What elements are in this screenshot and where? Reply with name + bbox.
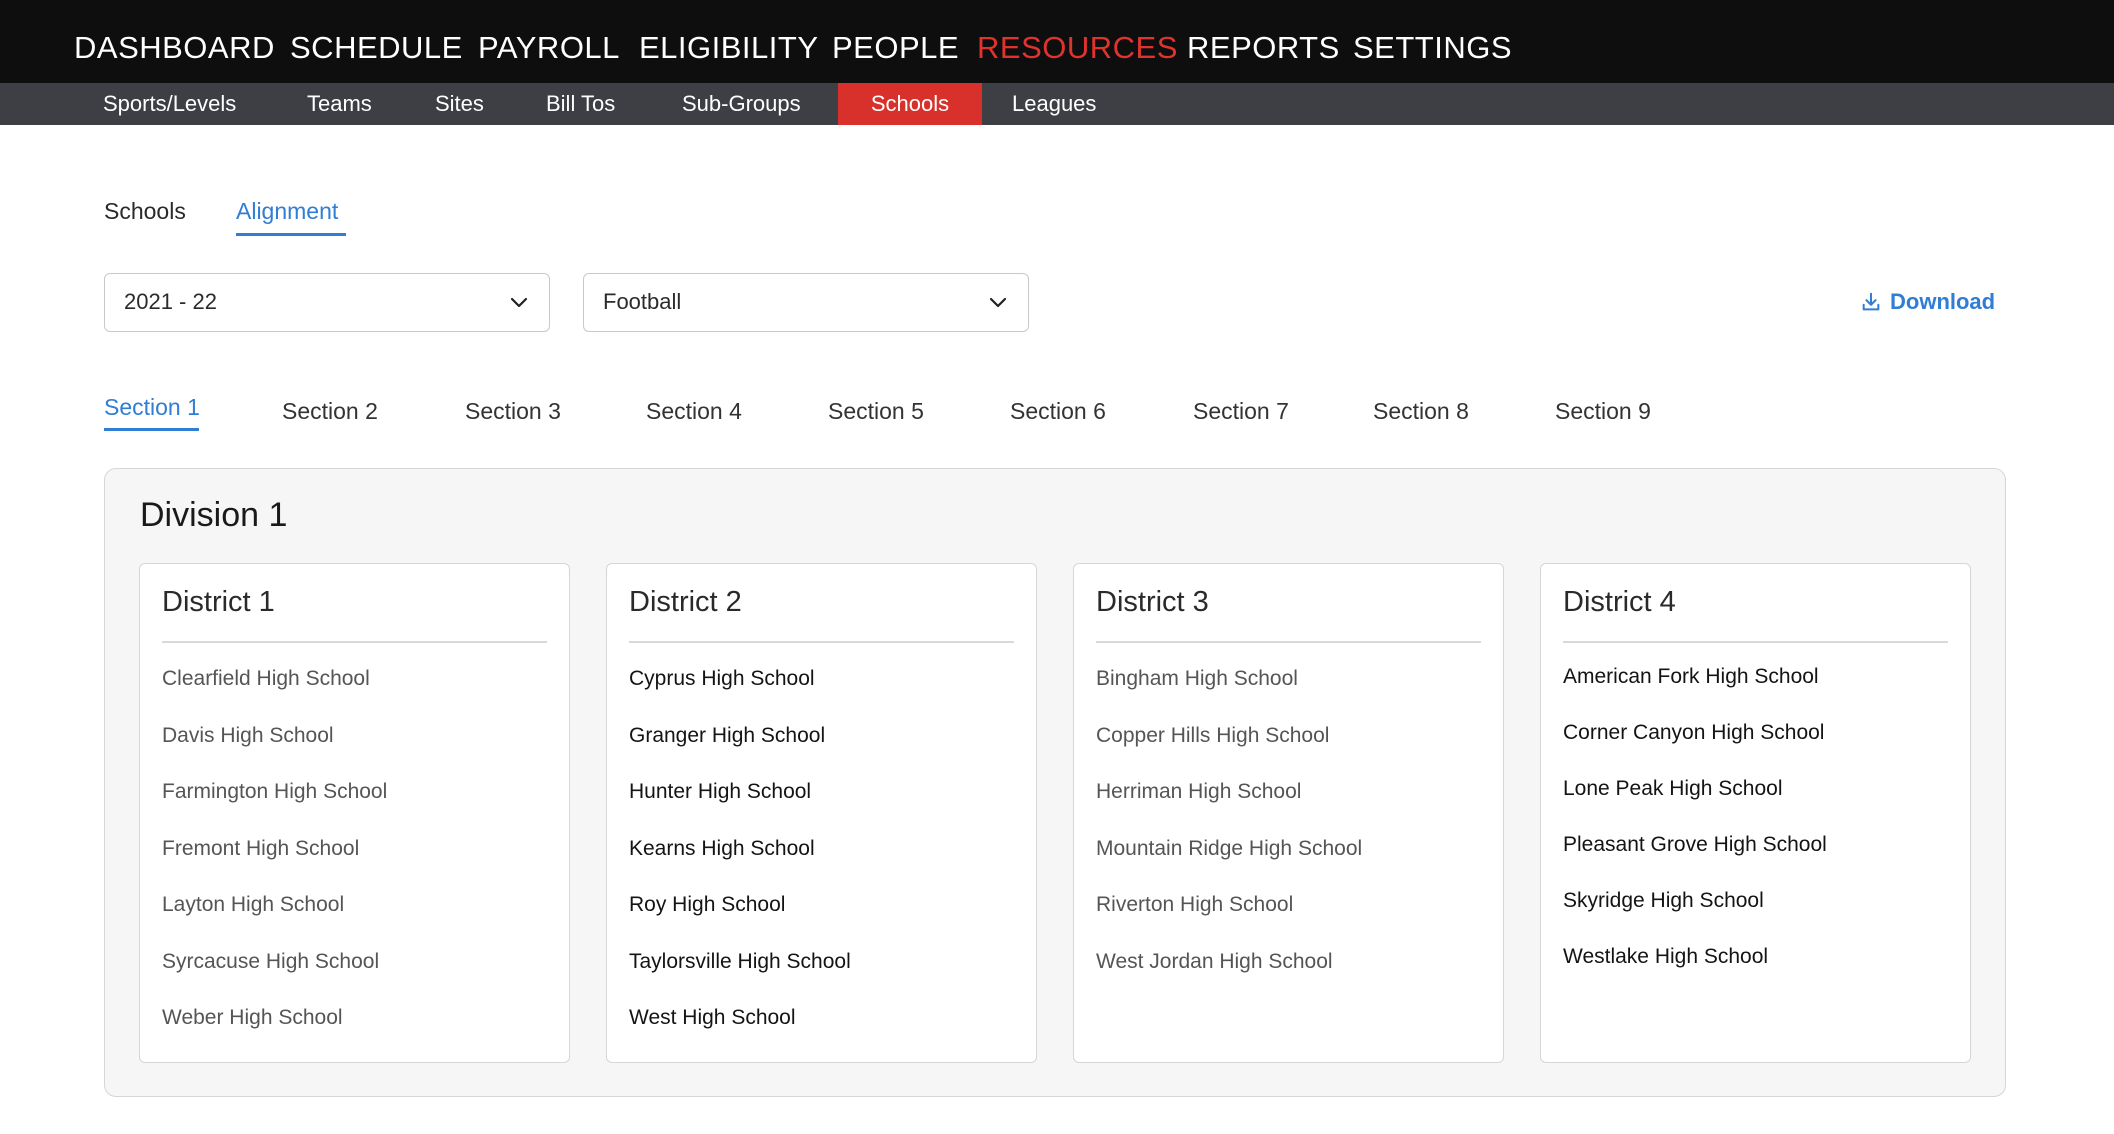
top-nav: DASHBOARD SCHEDULE PAYROLL ELIGIBILITY P…: [0, 0, 2114, 83]
school-item: West High School: [629, 1006, 796, 1029]
school-item: Layton High School: [162, 893, 345, 916]
sub-nav-sub-groups[interactable]: Sub-Groups: [682, 83, 801, 125]
district-card: District 2 Cyprus High School Granger Hi…: [606, 563, 1037, 1063]
chevron-down-icon: [989, 297, 1007, 308]
school-item: West Jordan High School: [1096, 949, 1333, 973]
school-item: Westlake High School: [1563, 945, 1769, 968]
school-item: Granger High School: [629, 723, 826, 747]
tab-schools[interactable]: Schools: [104, 196, 186, 226]
school-item: Syrcacuse High School: [162, 949, 380, 973]
school-item: Hunter High School: [629, 780, 812, 803]
district-card: District 1 Clearfield High School Davis …: [139, 563, 570, 1063]
tab-section-5[interactable]: Section 5: [828, 396, 924, 426]
top-nav-resources[interactable]: RESOURCES: [977, 28, 1178, 68]
top-nav-reports[interactable]: REPORTS: [1187, 28, 1340, 68]
top-nav-settings[interactable]: SETTINGS: [1353, 28, 1512, 68]
season-select-value: 2021 - 22: [124, 289, 217, 314]
school-list: Bingham High School Copper Hills High Sc…: [1096, 664, 1362, 1003]
school-item: Herriman High School: [1096, 780, 1302, 803]
division-title: Division 1: [140, 496, 288, 534]
tab-section-3[interactable]: Section 3: [465, 396, 561, 426]
tab-section-8[interactable]: Section 8: [1373, 396, 1469, 426]
download-button[interactable]: Download: [1860, 287, 1995, 317]
tab-section-2[interactable]: Section 2: [282, 396, 378, 426]
school-item: Farmington High School: [162, 780, 388, 803]
sub-nav-teams[interactable]: Teams: [307, 83, 372, 125]
school-item: Roy High School: [629, 893, 786, 916]
sport-select[interactable]: Football: [583, 273, 1029, 332]
tab-alignment[interactable]: Alignment: [236, 196, 338, 226]
sub-nav-sports-levels[interactable]: Sports/Levels: [103, 83, 236, 125]
sub-nav-schools[interactable]: Schools: [838, 83, 982, 125]
school-item: Weber High School: [162, 1006, 343, 1029]
divider: [1096, 641, 1481, 643]
school-item: Lone Peak High School: [1563, 777, 1783, 800]
district-card: District 3 Bingham High School Copper Hi…: [1073, 563, 1504, 1063]
tab-section-7[interactable]: Section 7: [1193, 396, 1289, 426]
school-item: Clearfield High School: [162, 667, 370, 690]
school-item: Pleasant Grove High School: [1563, 833, 1827, 856]
sub-nav-bill-tos[interactable]: Bill Tos: [546, 83, 615, 125]
school-list: American Fork High School Corner Canyon …: [1563, 662, 1827, 998]
top-nav-schedule[interactable]: SCHEDULE: [290, 28, 463, 68]
district-title: District 3: [1096, 586, 1209, 618]
tab-alignment-underline: [236, 233, 346, 236]
school-item: Taylorsville High School: [629, 949, 851, 973]
tab-section-6[interactable]: Section 6: [1010, 396, 1106, 426]
school-item: Riverton High School: [1096, 893, 1294, 916]
tab-section-9[interactable]: Section 9: [1555, 396, 1651, 426]
top-nav-dashboard[interactable]: DASHBOARD: [74, 28, 275, 68]
tab-section-1[interactable]: Section 1: [104, 392, 200, 422]
school-item: American Fork High School: [1563, 665, 1819, 688]
district-title: District 4: [1563, 586, 1676, 618]
chevron-down-icon: [510, 297, 528, 308]
divider: [1563, 641, 1948, 643]
top-nav-people[interactable]: PEOPLE: [832, 28, 959, 68]
school-item: Fremont High School: [162, 836, 360, 860]
district-title: District 1: [162, 586, 275, 618]
school-item: Cyprus High School: [629, 667, 815, 690]
divider: [629, 641, 1014, 643]
sub-nav: Sports/Levels Teams Sites Bill Tos Sub-G…: [0, 83, 2114, 125]
top-nav-payroll[interactable]: PAYROLL: [478, 28, 620, 68]
tab-section-4[interactable]: Section 4: [646, 396, 742, 426]
division-panel: Division 1 District 1 Clearfield High Sc…: [104, 468, 2006, 1097]
district-title: District 2: [629, 586, 742, 618]
download-icon: [1862, 292, 1880, 311]
tab-section-1-underline: [104, 428, 199, 431]
season-select[interactable]: 2021 - 22: [104, 273, 550, 332]
sub-nav-leagues[interactable]: Leagues: [1012, 83, 1096, 125]
sub-nav-sites[interactable]: Sites: [435, 83, 484, 125]
school-item: Bingham High School: [1096, 667, 1298, 690]
school-list: Clearfield High School Davis High School…: [162, 664, 387, 1060]
school-item: Corner Canyon High School: [1563, 721, 1825, 744]
sport-select-value: Football: [603, 289, 682, 314]
divider: [162, 641, 547, 643]
district-card: District 4 American Fork High School Cor…: [1540, 563, 1971, 1063]
download-label: Download: [1890, 289, 1996, 314]
school-item: Kearns High School: [629, 836, 815, 860]
school-item: Skyridge High School: [1563, 889, 1764, 912]
top-nav-eligibility[interactable]: ELIGIBILITY: [639, 28, 819, 68]
school-item: Copper Hills High School: [1096, 723, 1330, 747]
school-list: Cyprus High School Granger High School H…: [629, 664, 851, 1060]
school-item: Davis High School: [162, 723, 334, 747]
school-item: Mountain Ridge High School: [1096, 836, 1363, 860]
